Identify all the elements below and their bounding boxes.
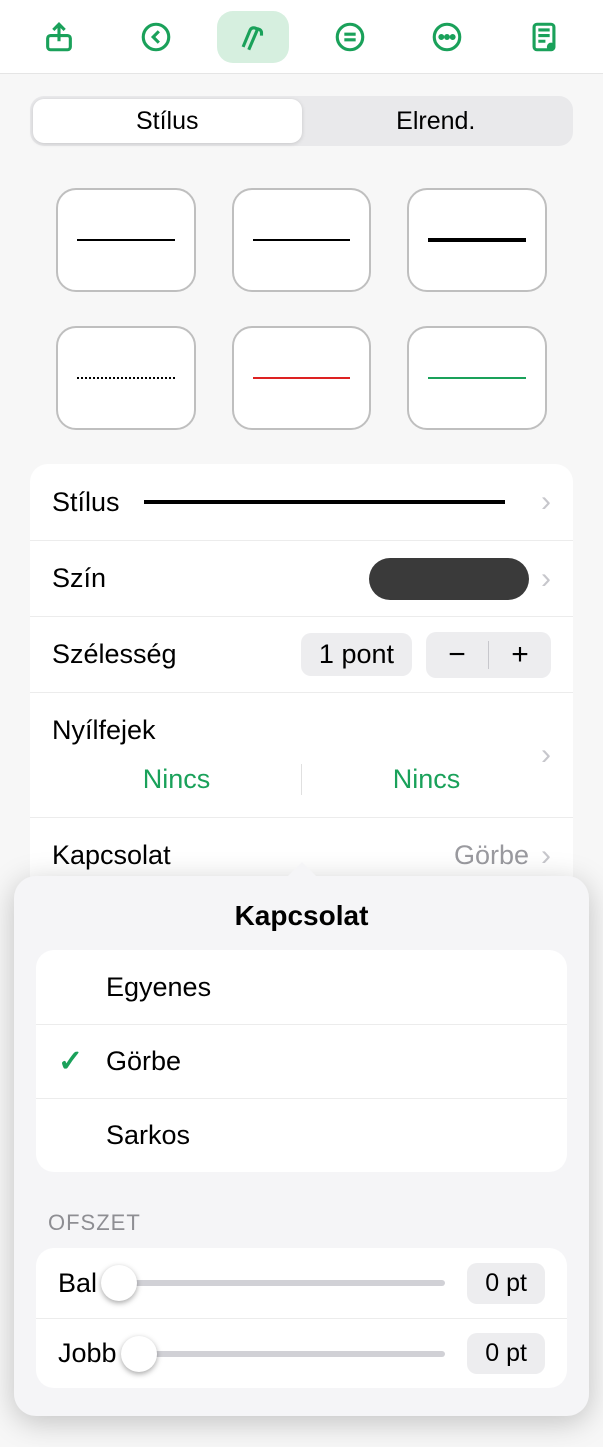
width-plus-button[interactable]: + — [489, 632, 551, 678]
segmented-wrap: Stílus Elrend. — [0, 74, 603, 146]
arrowheads-label: Nyílfejek — [52, 693, 551, 746]
preset-medium[interactable] — [232, 188, 372, 292]
row-style[interactable]: Stílus › — [30, 464, 573, 540]
offset-right-label: Jobb — [58, 1338, 117, 1369]
offset-card: Bal 0 pt Jobb 0 pt — [36, 1248, 567, 1388]
offset-left-label: Bal — [58, 1268, 97, 1299]
popover-arrow — [286, 862, 318, 878]
option-straight[interactable]: Egyenes — [36, 950, 567, 1024]
preset-green[interactable] — [407, 326, 547, 430]
preset-dotted[interactable] — [56, 326, 196, 430]
style-label: Stílus — [52, 487, 120, 518]
line-presets — [0, 146, 603, 464]
row-color[interactable]: Szín › — [30, 540, 573, 616]
format-button[interactable] — [217, 11, 289, 63]
row-width: Szélesség 1 pont − + — [30, 616, 573, 692]
option-corner[interactable]: Sarkos — [36, 1098, 567, 1172]
arrowhead-right: Nincs — [302, 764, 551, 795]
width-label: Szélesség — [52, 639, 177, 670]
offset-right-slider[interactable] — [139, 1351, 446, 1357]
connection-label: Kapcsolat — [52, 840, 171, 871]
chevron-right-icon: › — [541, 562, 551, 596]
width-value[interactable]: 1 pont — [301, 633, 412, 676]
arrowhead-left: Nincs — [52, 764, 301, 795]
width-minus-button[interactable]: − — [426, 632, 488, 678]
chevron-right-icon: › — [541, 738, 551, 772]
slider-knob[interactable] — [121, 1336, 157, 1372]
preset-thin[interactable] — [56, 188, 196, 292]
more-button[interactable] — [411, 11, 483, 63]
view-button[interactable] — [508, 11, 580, 63]
chevron-right-icon: › — [541, 839, 551, 873]
comment-button[interactable] — [314, 11, 386, 63]
row-arrowheads[interactable]: Nyílfejek › Nincs Nincs — [30, 692, 573, 817]
option-label: Görbe — [106, 1046, 181, 1077]
option-label: Egyenes — [106, 972, 211, 1003]
preset-thick[interactable] — [407, 188, 547, 292]
offset-right-value[interactable]: 0 pt — [467, 1333, 545, 1374]
connection-options: Egyenes ✓ Görbe Sarkos — [36, 950, 567, 1172]
offset-left-slider[interactable] — [119, 1280, 445, 1286]
option-curve[interactable]: ✓ Görbe — [36, 1024, 567, 1098]
slider-knob[interactable] — [101, 1265, 137, 1301]
connection-popover: Kapcsolat Egyenes ✓ Görbe Sarkos OFSZET … — [14, 876, 589, 1416]
connection-value: Görbe — [454, 840, 529, 871]
style-preview — [144, 500, 505, 504]
color-label: Szín — [52, 563, 106, 594]
tab-style[interactable]: Stílus — [33, 99, 302, 143]
tabs-segmented: Stílus Elrend. — [30, 96, 573, 146]
option-label: Sarkos — [106, 1120, 190, 1151]
width-stepper: − + — [426, 632, 551, 678]
offset-left-value[interactable]: 0 pt — [467, 1263, 545, 1304]
color-swatch — [369, 558, 529, 600]
offset-section-title: OFSZET — [48, 1210, 555, 1236]
settings-card: Stílus › Szín › Szélesség 1 pont − + Nyí… — [30, 464, 573, 893]
share-button[interactable] — [23, 11, 95, 63]
chevron-right-icon: › — [541, 485, 551, 519]
undo-button[interactable] — [120, 11, 192, 63]
toolbar — [0, 0, 603, 74]
tab-arrange[interactable]: Elrend. — [302, 99, 571, 143]
arrowhead-values: Nincs Nincs — [52, 764, 551, 803]
preset-red[interactable] — [232, 326, 372, 430]
offset-right-row: Jobb 0 pt — [36, 1318, 567, 1388]
popover-title: Kapcsolat — [14, 876, 589, 950]
offset-left-row: Bal 0 pt — [36, 1248, 567, 1318]
check-icon: ✓ — [58, 1044, 83, 1079]
